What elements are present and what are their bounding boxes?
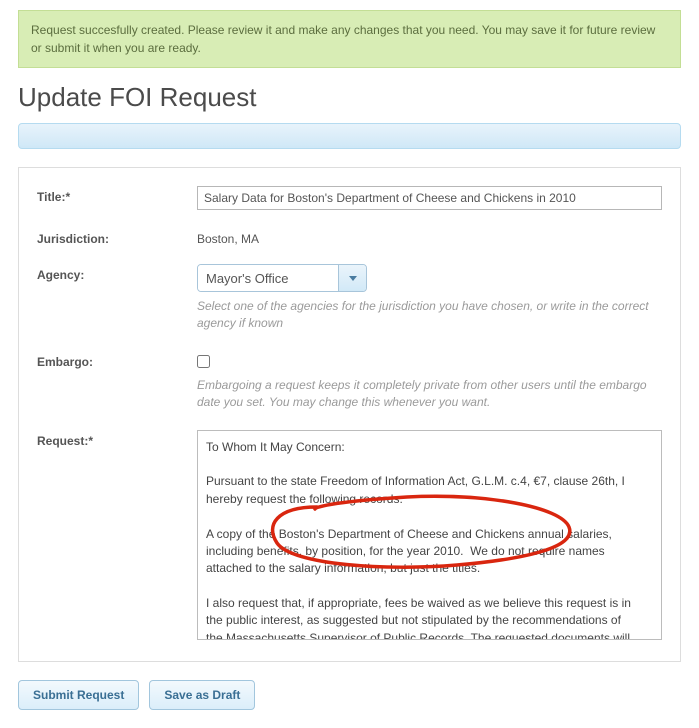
title-input[interactable] (197, 186, 662, 210)
jurisdiction-label: Jurisdiction: (37, 228, 197, 246)
agency-input[interactable] (198, 265, 338, 291)
row-embargo: Embargo: Embargoing a request keeps it c… (37, 351, 662, 412)
page-title: Update FOI Request (18, 82, 681, 113)
agency-helper: Select one of the agencies for the juris… (197, 298, 662, 333)
row-title: Title:* (37, 186, 662, 210)
request-textarea[interactable] (197, 430, 662, 640)
agency-label: Agency: (37, 264, 197, 282)
form-panel: Title:* Jurisdiction: Boston, MA Agency:… (18, 167, 681, 662)
row-jurisdiction: Jurisdiction: Boston, MA (37, 228, 662, 246)
agency-combobox[interactable] (197, 264, 367, 292)
agency-dropdown-button[interactable] (338, 265, 366, 291)
row-agency: Agency: Select one of the agencies for t… (37, 264, 662, 333)
embargo-checkbox[interactable] (197, 355, 210, 368)
save-draft-button[interactable]: Save as Draft (149, 680, 255, 710)
title-label: Title:* (37, 186, 197, 204)
jurisdiction-value: Boston, MA (197, 228, 662, 246)
submit-button[interactable]: Submit Request (18, 680, 139, 710)
success-notice: Request succesfully created. Please revi… (18, 10, 681, 68)
button-row: Submit Request Save as Draft (18, 680, 681, 710)
embargo-helper: Embargoing a request keeps it completely… (197, 377, 662, 412)
embargo-label: Embargo: (37, 351, 197, 369)
row-request: Request:* (37, 430, 662, 643)
request-label: Request:* (37, 430, 197, 448)
accent-bar (18, 123, 681, 149)
chevron-down-icon (349, 276, 357, 281)
